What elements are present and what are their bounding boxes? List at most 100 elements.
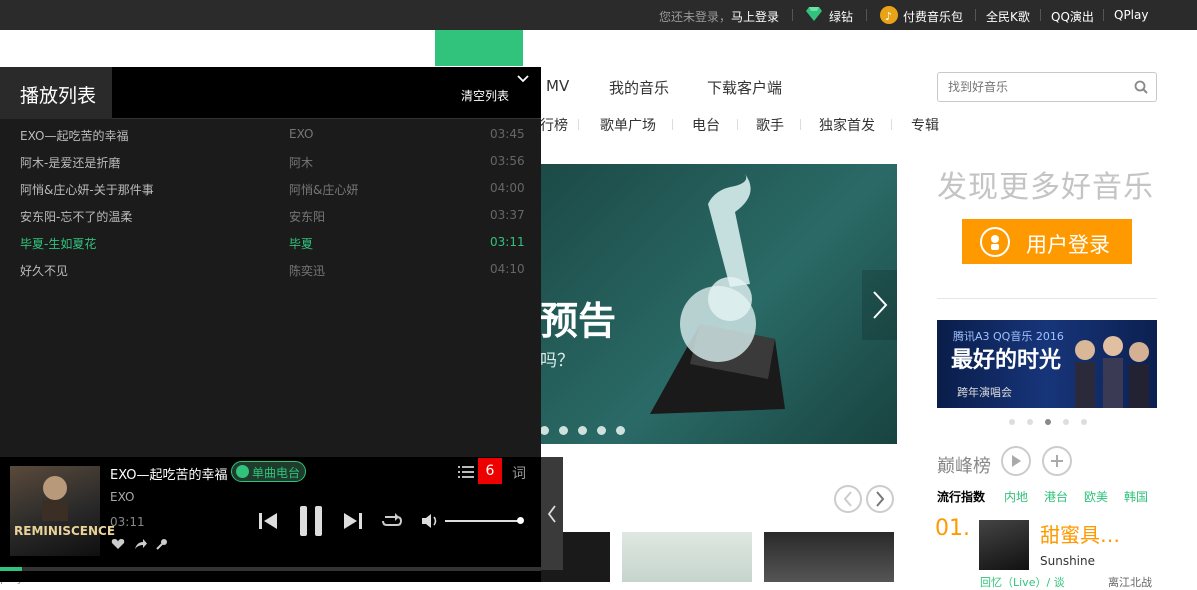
rank-next-artist[interactable]: 离江北战 xyxy=(1108,574,1152,590)
progress-fill xyxy=(0,567,22,571)
carousel-dot[interactable] xyxy=(540,426,549,435)
track-title[interactable]: 好久不见 xyxy=(20,262,68,279)
banner-next-button[interactable] xyxy=(862,270,897,340)
track-title[interactable]: 安东阳-忘不了的温柔 xyxy=(20,208,132,225)
chart-tab-western[interactable]: 欧美 xyxy=(1084,488,1108,505)
carousel-dot[interactable] xyxy=(1063,419,1069,425)
add-chart-button[interactable] xyxy=(1042,446,1072,476)
album-thumbnail[interactable] xyxy=(622,532,752,582)
next-arrow-button[interactable] xyxy=(866,485,894,513)
hero-banner[interactable]: 预告 吗？ xyxy=(540,164,897,444)
track-title[interactable]: 阿木-是爱还是折磨 xyxy=(20,154,120,171)
qplay-link[interactable]: QPlay xyxy=(1114,8,1148,22)
rank-next-title[interactable]: 回忆（Live）/ 谈 xyxy=(980,574,1065,590)
login-link[interactable]: 马上登录 xyxy=(731,8,779,25)
carousel-dot[interactable] xyxy=(578,426,587,435)
rank-song-title[interactable]: 甜蜜具… xyxy=(1040,519,1120,548)
carousel-dot[interactable] xyxy=(1081,419,1087,425)
playlist-icon[interactable] xyxy=(458,465,474,483)
volume-slider[interactable] xyxy=(445,517,524,524)
track-row[interactable]: 阿悄&庄心妍-关于那件事 阿悄&庄心妍 04:00 xyxy=(0,181,541,208)
collapse-icon[interactable] xyxy=(517,71,529,87)
mic-icon[interactable] xyxy=(156,538,168,554)
carousel-dot[interactable] xyxy=(597,426,606,435)
volume-icon[interactable] xyxy=(421,513,439,533)
track-artist[interactable]: 阿木 xyxy=(289,154,313,171)
track-artist[interactable]: 毕夏 xyxy=(289,235,313,252)
music-pack-icon: ♪ xyxy=(880,6,898,27)
divider xyxy=(975,9,976,21)
subnav-rank[interactable]: 行榜 xyxy=(540,115,568,135)
track-row[interactable]: 好久不见 陈奕迅 04:10 xyxy=(0,262,541,289)
track-title[interactable]: EXO—起吃苦的幸福 xyxy=(20,127,128,144)
chart-tab-mainland[interactable]: 内地 xyxy=(1004,488,1028,505)
logo-block[interactable] xyxy=(435,30,523,66)
svg-text:♪: ♪ xyxy=(885,10,892,23)
play-chart-button[interactable] xyxy=(1001,446,1031,476)
carousel-dot[interactable] xyxy=(559,426,568,435)
previous-track-icon[interactable] xyxy=(258,512,278,534)
track-row[interactable]: 毕夏-生如夏花 毕夏 03:11 xyxy=(0,235,541,262)
track-artist[interactable]: EXO xyxy=(289,127,313,141)
playlist-count-badge[interactable]: 6 xyxy=(478,458,502,484)
lyrics-button[interactable]: 词 xyxy=(512,463,526,483)
next-track-icon[interactable] xyxy=(343,512,363,534)
heart-icon[interactable] xyxy=(111,538,125,554)
carousel-dot[interactable] xyxy=(1027,419,1033,425)
pause-icon[interactable] xyxy=(298,505,324,541)
track-title[interactable]: 阿悄&庄心妍-关于那件事 xyxy=(20,181,154,198)
track-artist[interactable]: 安东阳 xyxy=(289,208,325,225)
concert-promo-banner[interactable]: 腾讯A3 QQ音乐 2016 最好的时光 跨年演唱会 xyxy=(937,320,1157,408)
volume-knob[interactable] xyxy=(517,517,524,524)
search-box xyxy=(937,72,1157,102)
prev-arrow-button[interactable] xyxy=(834,485,862,513)
track-row[interactable]: 阿木-是爱还是折磨 阿木 03:56 xyxy=(0,154,541,181)
paid-pack-link[interactable]: 付费音乐包 xyxy=(903,8,963,25)
divider xyxy=(578,119,579,130)
carousel-dot[interactable] xyxy=(616,426,625,435)
progress-bar[interactable] xyxy=(0,567,541,571)
nav-download[interactable]: 下载客户端 xyxy=(707,77,782,98)
subnav-radio[interactable]: 电台 xyxy=(692,115,720,135)
chart-tab-popular[interactable]: 流行指数 xyxy=(937,488,985,505)
nav-mv[interactable]: MV xyxy=(546,77,569,95)
track-row[interactable]: 安东阳-忘不了的温柔 安东阳 03:37 xyxy=(0,208,541,235)
green-diamond-link[interactable]: 绿钻 xyxy=(829,8,853,25)
carousel-dot-active[interactable] xyxy=(1045,419,1051,425)
chart-tab-korean[interactable]: 韩国 xyxy=(1124,488,1148,505)
now-playing-artist[interactable]: EXO xyxy=(110,490,134,504)
subnav-albums[interactable]: 专辑 xyxy=(911,115,939,135)
search-input[interactable] xyxy=(938,73,1123,101)
track-artist[interactable]: 阿悄&庄心妍 xyxy=(289,181,358,198)
banner-subline: 吗？ xyxy=(540,351,574,371)
album-thumbnail[interactable] xyxy=(764,532,894,582)
subnav-singers[interactable]: 歌手 xyxy=(756,115,784,135)
track-row[interactable]: EXO—起吃苦的幸福 EXO 03:45 xyxy=(0,127,541,154)
live-link[interactable]: QQ演出 xyxy=(1051,8,1094,25)
track-artist[interactable]: 陈奕迅 xyxy=(289,262,325,279)
search-icon[interactable] xyxy=(1134,80,1148,98)
rank-artist[interactable]: Sunshine xyxy=(1040,554,1095,568)
karaoke-link[interactable]: 全民K歌 xyxy=(986,8,1030,25)
share-icon[interactable] xyxy=(134,538,148,554)
subnav-exclusive[interactable]: 独家首发 xyxy=(819,115,875,135)
repeat-icon[interactable] xyxy=(381,512,403,534)
banner-dots xyxy=(540,424,640,436)
single-radio-button[interactable]: 单曲电台 xyxy=(231,461,306,482)
user-login-button[interactable]: 用户登录 xyxy=(962,219,1132,264)
now-playing-title[interactable]: EXO—起吃苦的幸福 xyxy=(110,464,228,483)
nav-my-music[interactable]: 我的音乐 xyxy=(609,77,669,98)
chevron-right-icon xyxy=(876,491,885,507)
rank-cover-image[interactable] xyxy=(979,520,1029,570)
album-cover[interactable]: REMINISCENCE xyxy=(10,466,115,556)
track-title[interactable]: 毕夏-生如夏花 xyxy=(20,235,96,252)
chart-tab-hktw[interactable]: 港台 xyxy=(1044,488,1068,505)
carousel-dot[interactable] xyxy=(1009,419,1015,425)
player-bar: REMINISCENCE EXO—起吃苦的幸福 单曲电台 EXO 03:11 6… xyxy=(0,457,541,582)
subnav-playlists[interactable]: 歌单广场 xyxy=(600,115,656,135)
divider xyxy=(800,119,801,130)
clear-list-button[interactable]: 清空列表 xyxy=(461,87,509,104)
player-collapse-tab[interactable] xyxy=(541,457,563,570)
peak-chart-title: 巅峰榜 xyxy=(937,456,991,477)
playlist-tab[interactable]: 播放列表 xyxy=(0,67,112,119)
